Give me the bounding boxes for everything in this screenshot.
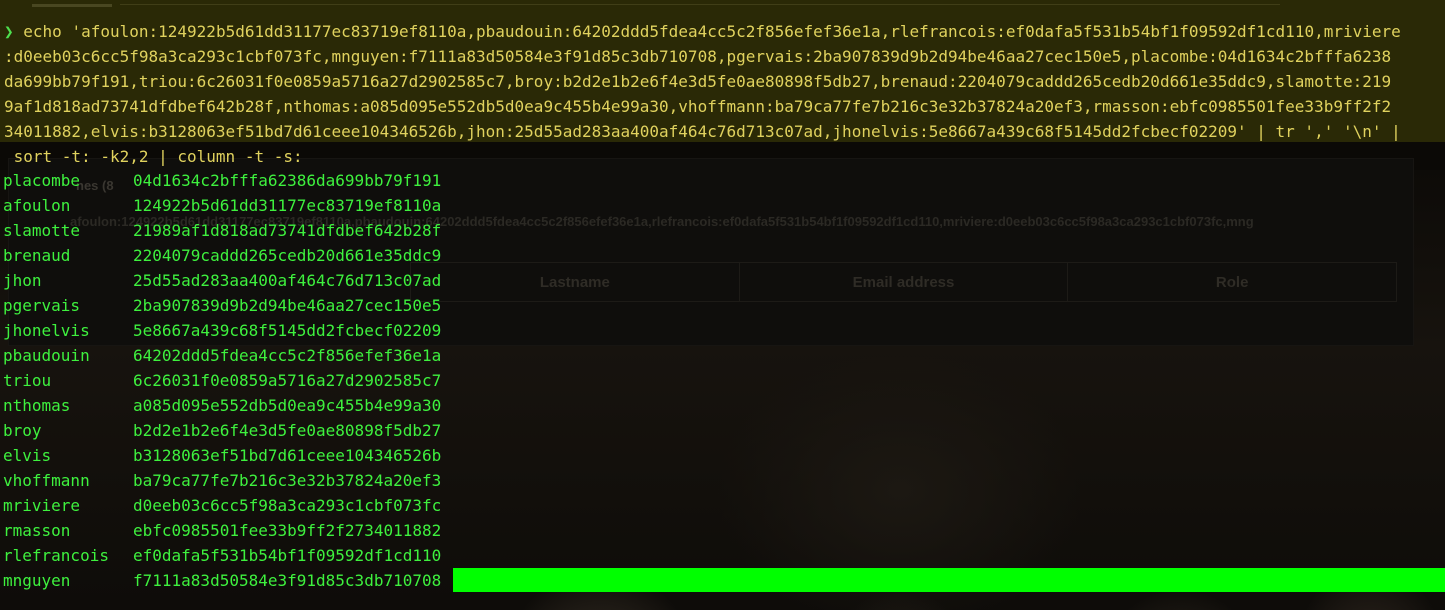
output-row: brenaud 2204079caddd265cedb20d661e35ddc9 <box>3 243 441 268</box>
username: triou <box>3 371 52 390</box>
output-row: pbaudouin 64202ddd5fdea4cc5c2f856efef36e1… <box>3 343 441 368</box>
username: mnguyen <box>3 571 71 590</box>
username: pgervais <box>3 296 81 315</box>
password-hash: ef0dafa5f531b54bf1f09592df1cd110 <box>133 546 442 565</box>
output-row: rlefrancois ef0dafa5f531b54bf1f09592df1cd… <box>3 543 441 568</box>
username: jhonelvis <box>3 321 90 340</box>
password-hash: ebfc0985501fee33b9ff2f2734011882 <box>133 521 442 540</box>
terminal-cursor <box>453 568 1445 592</box>
command-line-3: da699bb79f191,triou:6c26031f0e0859a5716a… <box>4 72 1392 91</box>
username: broy <box>3 421 42 440</box>
output-row: elvis b3128063ef51bd7d61ceee104346526b <box>3 443 441 468</box>
username: slamotte <box>3 221 81 240</box>
password-hash: b3128063ef51bd7d61ceee104346526b <box>133 446 442 465</box>
command-line-1: ❯ echo 'afoulon:124922b5d61dd31177ec8371… <box>4 22 1401 41</box>
password-hash: ba79ca77fe7b216c3e32b37824a20ef3 <box>133 471 442 490</box>
password-hash: 124922b5d61dd31177ec83719ef8110a <box>133 196 442 215</box>
output-row: pgervais 2ba907839d9b2d94be46aa27cec150e5 <box>3 293 441 318</box>
output-row: jhonelvis 5e8667a439c68f5145dd2fcbecf0220… <box>3 318 441 343</box>
output-row: triou 6c26031f0e0859a5716a27d2902585c7 <box>3 368 441 393</box>
output-row: jhon 25d55ad283aa400af464c76d713c07ad <box>3 268 441 293</box>
output-row: placombe 04d1634c2bfffa62386da699bb79f191 <box>3 168 441 193</box>
username: rlefrancois <box>3 546 109 565</box>
password-hash: 04d1634c2bfffa62386da699bb79f191 <box>133 171 442 190</box>
username: vhoffmann <box>3 471 90 490</box>
output-row: slamotte 21989af1d818ad73741dfdbef642b28f <box>3 218 441 243</box>
table-header-email: Email address <box>740 263 1069 301</box>
username: brenaud <box>3 246 71 265</box>
password-hash: 64202ddd5fdea4cc5c2f856efef36e1a <box>133 346 442 365</box>
output-row: mnguyen f7111a83d50584e3f91d85c3db710708 <box>3 568 441 593</box>
background-table-header: Lastname Email address Role <box>410 262 1397 302</box>
username: pbaudouin <box>3 346 90 365</box>
table-header-role: Role <box>1215 273 1249 291</box>
output-row: vhoffmann ba79ca77fe7b216c3e32b37824a20ef… <box>3 468 441 493</box>
password-hash: d0eeb03c6cc5f98a3ca293c1cbf073fc <box>133 496 442 515</box>
output-row: afoulon 124922b5d61dd31177ec83719ef8110a <box>3 193 441 218</box>
password-hash: 2ba907839d9b2d94be46aa27cec150e5 <box>133 296 442 315</box>
output-row: nthomas a085d095e552db5d0ea9c455b4e99a30 <box>3 393 441 418</box>
command-line-6: sort -t: -k2,2 | column -t -s: <box>4 147 303 166</box>
password-hash: a085d095e552db5d0ea9c455b4e99a30 <box>133 396 442 415</box>
output-row: rmasson ebfc0985501fee33b9ff2f2734011882 <box>3 518 441 543</box>
username: placombe <box>3 171 81 190</box>
table-header-lastname: Lastname <box>411 263 740 301</box>
password-hash: 5e8667a439c68f5145dd2fcbecf02209 <box>133 321 442 340</box>
username: nthomas <box>3 396 71 415</box>
password-hash: 6c26031f0e0859a5716a27d2902585c7 <box>133 371 442 390</box>
password-hash: b2d2e1b2e6f4e3d5fe0ae80898f5db27 <box>133 421 442 440</box>
prompt-arrow-icon: ❯ <box>4 22 14 41</box>
username: rmasson <box>3 521 71 540</box>
output-row: mriviere d0eeb03c6cc5f98a3ca293c1cbf073fc <box>3 493 441 518</box>
username: elvis <box>3 446 52 465</box>
username: mriviere <box>3 496 81 515</box>
username: jhon <box>3 271 42 290</box>
output-row: broy b2d2e1b2e6f4e3d5fe0ae80898f5db27 <box>3 418 441 443</box>
password-hash: 21989af1d818ad73741dfdbef642b28f <box>133 221 442 240</box>
password-hash: f7111a83d50584e3f91d85c3db710708 <box>133 571 442 590</box>
password-hash: 25d55ad283aa400af464c76d713c07ad <box>133 271 442 290</box>
command-line-5: 34011882,elvis:b3128063ef51bd7d61ceee104… <box>4 122 1401 141</box>
command-line-4: 9af1d818ad73741dfdbef642b28f,nthomas:a08… <box>4 97 1392 116</box>
command-line-2: :d0eeb03c6cc5f98a3ca293c1cbf073fc,mnguye… <box>4 47 1392 66</box>
username: afoulon <box>3 196 71 215</box>
password-hash: 2204079caddd265cedb20d661e35ddc9 <box>133 246 442 265</box>
